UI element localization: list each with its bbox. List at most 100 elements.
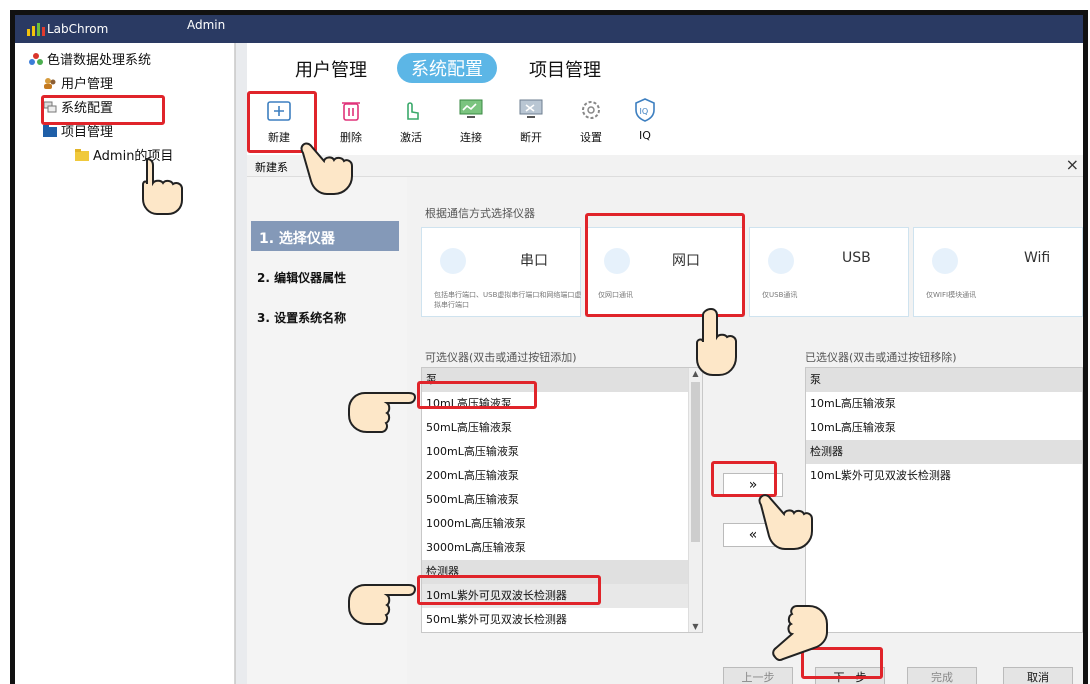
list-item[interactable]: 500mL高压输液泵 [422,488,702,512]
config-icon [43,101,57,112]
activate-button[interactable]: 激活 [389,97,433,145]
comm-option-desc: 仅USB通讯 [762,291,798,299]
monitor-disconnect-icon [519,99,543,118]
remove-instrument-button[interactable]: « [723,523,783,547]
list-item[interactable]: 50mL紫外可见双波长检测器 [422,608,702,632]
available-instruments-list[interactable]: 泵 10mL高压输液泵 50mL高压输液泵 100mL高压输液泵 200mL高压… [421,367,703,633]
toolbar: 新建 删除 激活 连接 断开 设置 IQ IQ [247,93,1083,153]
sidebar-splitter[interactable] [235,43,247,684]
finish-button[interactable]: 完成 [907,667,977,684]
comm-option-desc: 仅WIFI模块通讯 [926,291,977,299]
iq-icon: IQ [635,98,655,122]
top-tabs: 用户管理 系统配置 项目管理 [247,43,1083,93]
tree-root[interactable]: 色谱数据处理系统 [29,49,151,68]
iq-button-label: IQ [639,129,651,142]
list-item[interactable]: 10mL紫外可见双波长检测器 [422,584,702,608]
app-title: LabChrom [47,22,109,36]
usb-icon [768,248,794,274]
comm-option-title: Wifi [1024,250,1051,266]
wifi-icon [932,248,958,274]
project-icon [43,124,57,137]
step-select-instrument[interactable]: 1. 选择仪器 [251,221,399,251]
list-item[interactable]: 50mL高压输液泵 [422,416,702,440]
new-button[interactable]: 新建 [257,97,301,145]
comm-option-serial[interactable]: 串口 包括串行端口、USB虚拟串行端口和网络端口虚拟串行端口 [421,227,581,317]
comm-option-usb[interactable]: USB 仅USB通讯 [749,227,909,317]
sidebar-item-label: 系统配置 [61,101,114,116]
new-button-label: 新建 [268,131,290,144]
comm-section-label: 根据通信方式选择仪器 [425,207,535,220]
list-item[interactable]: 10mL高压输液泵 [806,392,1082,416]
settings-button[interactable]: 设置 [569,97,613,145]
comm-option-desc: 仅网口通讯 [598,291,633,299]
tab-system-config[interactable]: 系统配置 [397,53,497,83]
app-window: LabChrom Admin 色谱数据处理系统 用户管理 系统配置 项目管理 A… [10,10,1088,684]
dialog-close-button[interactable]: × [1066,155,1079,174]
prev-button[interactable]: 上一步 [723,667,793,684]
system-tree-icon [29,52,43,65]
connect-button-label: 连接 [460,131,482,144]
sidebar-item-projects[interactable]: 项目管理 [43,121,113,140]
comm-option-title: USB [842,250,871,266]
connect-button[interactable]: 连接 [449,97,493,145]
wizard-content: 根据通信方式选择仪器 串口 包括串行端口、USB虚拟串行端口和网络端口虚拟串行端… [407,177,1083,684]
scroll-down-icon[interactable]: ▼ [689,622,702,631]
disconnect-button-label: 断开 [520,131,542,144]
list-item[interactable]: 200mL高压输液泵 [422,464,702,488]
sidebar-item-system-config[interactable]: 系统配置 [43,97,113,116]
activate-button-label: 激活 [400,131,422,144]
sidebar-item-admin-project[interactable]: Admin的项目 [75,145,173,164]
step-set-system-name[interactable]: 3. 设置系统名称 [257,309,346,326]
list-item[interactable]: 100mL高压输液泵 [422,440,702,464]
dialog-title-bar: 新建系 × [247,155,1083,177]
dialog-title: 新建系 [255,161,288,174]
list-group: 泵 [422,368,702,392]
svg-text:IQ: IQ [640,107,649,116]
step-edit-properties[interactable]: 2. 编辑仪器属性 [257,269,346,286]
tree-root-label: 色谱数据处理系统 [47,53,152,68]
scroll-thumb[interactable] [691,382,700,542]
wizard-steps: 1. 选择仪器 2. 编辑仪器属性 3. 设置系统名称 [247,177,407,684]
disconnect-button[interactable]: 断开 [509,97,553,145]
comm-option-title: 串口 [520,253,548,269]
available-scrollbar[interactable]: ▲ ▼ [688,368,702,632]
ethernet-icon [604,248,630,274]
delete-button-label: 删除 [340,131,362,144]
tab-user-management[interactable]: 用户管理 [295,56,367,82]
selected-label: 已选仪器(双击或通过按钮移除) [805,351,957,364]
list-group: 泵 [806,368,1082,392]
monitor-connect-icon [459,99,483,118]
sidebar-item-users[interactable]: 用户管理 [43,73,113,92]
available-label: 可选仪器(双击或通过按钮添加) [425,351,577,364]
list-item[interactable]: 1000mL高压输液泵 [422,512,702,536]
delete-button[interactable]: 删除 [329,97,373,145]
list-item[interactable]: 10mL紫外可见双波长检测器 [806,464,1082,488]
list-group: 检测器 [422,560,702,584]
next-button[interactable]: 下一步 [815,667,885,684]
trash-icon [342,102,360,121]
current-user: Admin [187,18,226,32]
list-item[interactable]: 10mL高压输液泵 [422,392,702,416]
iq-button[interactable]: IQ IQ [623,97,667,142]
sidebar-item-label: 用户管理 [61,77,114,92]
cancel-button[interactable]: 取消 [1003,667,1073,684]
top-band [247,15,1083,43]
scroll-up-icon[interactable]: ▲ [689,369,702,378]
comm-option-title: 网口 [672,253,700,269]
title-bar: LabChrom Admin [15,15,247,43]
list-item[interactable]: 3000mL高压输液泵 [422,536,702,560]
folder-plus-icon [267,101,291,121]
list-item[interactable]: 10mL高压输液泵 [806,416,1082,440]
add-instrument-button[interactable]: » [723,473,783,497]
app-logo-icon [27,23,45,36]
list-group: 检测器 [806,440,1082,464]
users-icon [44,77,56,89]
selected-instruments-list[interactable]: 泵 10mL高压输液泵 10mL高压输液泵 检测器 10mL紫外可见双波长检测器 [805,367,1083,633]
tab-project-management[interactable]: 项目管理 [529,56,601,82]
comm-option-desc: 包括串行端口、USB虚拟串行端口和网络端口虚拟串行端口 [434,291,582,309]
comm-option-ethernet[interactable]: 网口 仅网口通讯 [585,227,745,317]
comm-option-wifi[interactable]: Wifi 仅WIFI模块通讯 [913,227,1083,317]
folder-icon [75,148,89,161]
sidebar-item-label: Admin的项目 [93,149,174,164]
settings-button-label: 设置 [580,131,602,144]
